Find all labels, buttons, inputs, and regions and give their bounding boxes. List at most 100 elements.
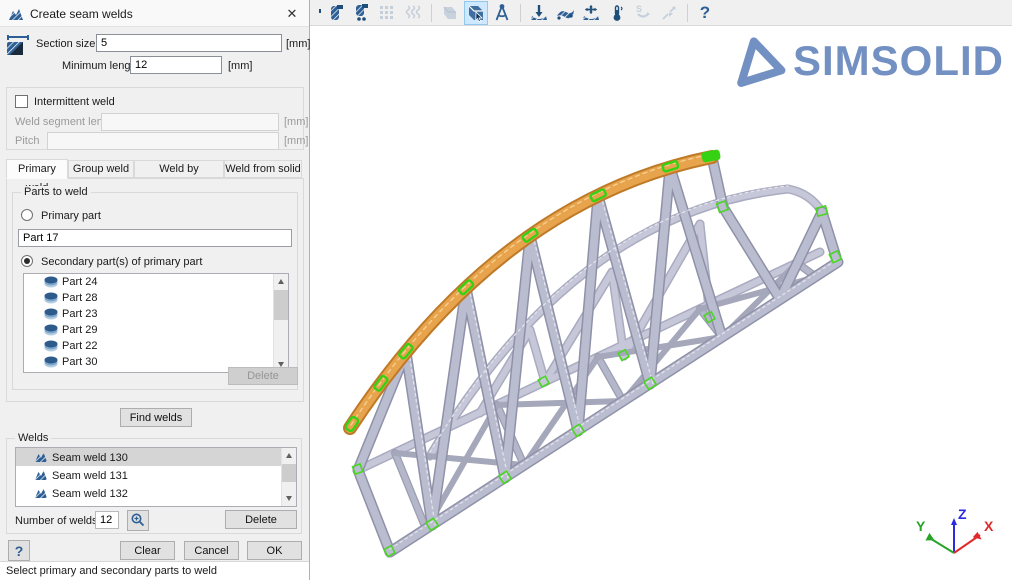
minimum-length-label: Minimum length <box>62 60 140 72</box>
list-item[interactable]: Seam weld 131 <box>16 466 296 484</box>
welds-list[interactable]: Seam weld 130 Seam weld 131 Seam weld 13… <box>15 447 297 507</box>
part-icon <box>44 340 58 352</box>
tab-primary-weld[interactable]: Primary weld <box>6 159 68 179</box>
welds-list-scrollbar[interactable] <box>281 448 296 506</box>
pitch-unit: [mm] <box>284 135 308 147</box>
list-item[interactable]: Seam weld 133 <box>16 502 296 507</box>
list-item[interactable]: Part 23 <box>24 306 288 322</box>
section-size-unit: [mm] <box>286 38 310 50</box>
resize-disabled-icon[interactable] <box>657 1 681 25</box>
section-size-icon <box>6 32 32 56</box>
application-window: Create seam welds ✕ Section size [mm] Mi… <box>0 0 1012 580</box>
dialog-title: Create seam welds <box>30 7 133 21</box>
spot-weld-toolbar-icon[interactable] <box>349 1 373 25</box>
intermittent-weld-checkbox[interactable] <box>15 95 28 108</box>
secondary-parts-list[interactable]: Part 24 Part 28 Part 23 Part 29 Part 22 <box>23 273 289 373</box>
clear-button[interactable]: Clear <box>120 541 175 560</box>
svg-text:S: S <box>636 4 642 14</box>
sheet-stack-icon[interactable] <box>438 1 462 25</box>
list-item[interactable]: Part 29 <box>24 322 288 338</box>
part-icon <box>44 276 58 288</box>
primary-part-input[interactable] <box>18 229 292 247</box>
y-axis-label: Y <box>916 518 926 534</box>
number-of-welds-value <box>95 511 119 529</box>
scroll-down-icon[interactable] <box>282 491 297 506</box>
main-toolbar: S ? <box>310 0 1012 26</box>
weld-segment-length-unit: [mm] <box>284 116 308 128</box>
welds-groupbox: Welds Seam weld 130 Seam weld 131 Seam w… <box>6 438 302 534</box>
welds-label: Welds <box>15 432 51 444</box>
scrollbar-thumb[interactable] <box>274 290 289 320</box>
magnifier-icon <box>131 513 145 527</box>
cancel-button[interactable]: Cancel <box>184 541 239 560</box>
list-item-selected[interactable]: Seam weld 130 <box>16 448 296 466</box>
intermittent-weld-label: Intermittent weld <box>34 96 115 108</box>
secondary-parts-radio-label: Secondary part(s) of primary part <box>41 256 202 268</box>
list-item[interactable]: Part 28 <box>24 290 288 306</box>
list-item[interactable]: Seam weld 132 <box>16 484 296 502</box>
z-axis-label: Z <box>958 506 967 522</box>
tab-weld-by-lines-edges[interactable]: Weld by lines/edges <box>134 160 224 178</box>
seam-weld-icon <box>34 505 48 507</box>
measure-compass-icon[interactable] <box>490 1 514 25</box>
spot-disabled-icon[interactable]: S <box>631 1 655 25</box>
thermal-load-icon[interactable] <box>605 1 629 25</box>
seam-weld-toolbar-icon[interactable] <box>323 1 347 25</box>
status-text: Select primary and secondary parts to we… <box>6 565 217 577</box>
scroll-up-icon[interactable] <box>282 448 297 463</box>
model-viewport[interactable]: SIMSOLID <box>310 27 1012 580</box>
seam-weld-icon <box>34 487 48 499</box>
welds-delete-button[interactable]: Delete <box>225 510 297 529</box>
part-icon <box>44 356 58 368</box>
parts-list-scrollbar[interactable] <box>273 274 288 372</box>
ok-button[interactable]: OK <box>247 541 302 560</box>
minimum-length-input[interactable] <box>130 56 222 74</box>
primary-part-radio[interactable] <box>21 209 33 221</box>
toolbar-separator <box>687 4 688 22</box>
minimum-length-unit: [mm] <box>228 60 252 72</box>
displacement-icon[interactable] <box>579 1 603 25</box>
intermittent-groupbox: Intermittent weld Weld segment length [m… <box>6 87 304 150</box>
help-button[interactable]: ? <box>8 540 30 561</box>
seam-weld-icon <box>34 451 48 463</box>
seam-weld-icon <box>8 7 24 21</box>
dialog-titlebar[interactable]: Create seam welds ✕ <box>0 0 309 27</box>
section-size-label: Section size <box>36 38 95 50</box>
number-of-welds-label: Number of welds <box>15 515 98 527</box>
section-size-input[interactable] <box>96 34 282 52</box>
toolbar-separator <box>431 4 432 22</box>
bridge-model[interactable] <box>310 27 1012 580</box>
x-axis-label: X <box>984 518 994 534</box>
list-item[interactable]: Part 24 <box>24 274 288 290</box>
secondary-parts-radio[interactable] <box>21 255 33 267</box>
scroll-up-icon[interactable] <box>274 274 289 289</box>
seam-weld-icon <box>34 469 48 481</box>
support-icon[interactable] <box>527 1 551 25</box>
primary-part-radio-label: Primary part <box>41 210 101 222</box>
part-icon <box>44 292 58 304</box>
parts-to-weld-groupbox: Parts to weld Primary part Secondary par… <box>12 192 298 390</box>
weld-segment-length-input[interactable] <box>101 113 279 131</box>
moment-load-icon[interactable] <box>553 1 577 25</box>
part-icon <box>44 308 58 320</box>
clipped-weld-icon[interactable] <box>311 1 321 25</box>
pitch-input[interactable] <box>47 132 279 150</box>
close-icon[interactable]: ✕ <box>283 5 301 23</box>
find-welds-button[interactable]: Find welds <box>120 408 192 427</box>
pitch-label: Pitch <box>15 135 39 147</box>
scrollbar-thumb[interactable] <box>282 464 297 482</box>
part-icon <box>44 324 58 336</box>
grid-icon[interactable] <box>375 1 399 25</box>
springs-icon[interactable] <box>401 1 425 25</box>
axis-triad: Z X Y <box>916 505 994 570</box>
toolbar-separator <box>520 4 521 22</box>
parts-delete-button[interactable]: Delete <box>228 367 298 385</box>
find-connections-icon[interactable] <box>464 1 488 25</box>
toolbar-help-icon[interactable]: ? <box>694 1 716 25</box>
tab-group-weld[interactable]: Group weld <box>68 160 134 178</box>
tab-weld-from-solid[interactable]: Weld from solid <box>224 160 302 178</box>
parts-to-weld-label: Parts to weld <box>21 186 91 198</box>
create-seam-welds-dialog: Create seam welds ✕ Section size [mm] Mi… <box>0 0 310 580</box>
zoom-to-welds-button[interactable] <box>127 510 149 531</box>
list-item[interactable]: Part 22 <box>24 338 288 354</box>
